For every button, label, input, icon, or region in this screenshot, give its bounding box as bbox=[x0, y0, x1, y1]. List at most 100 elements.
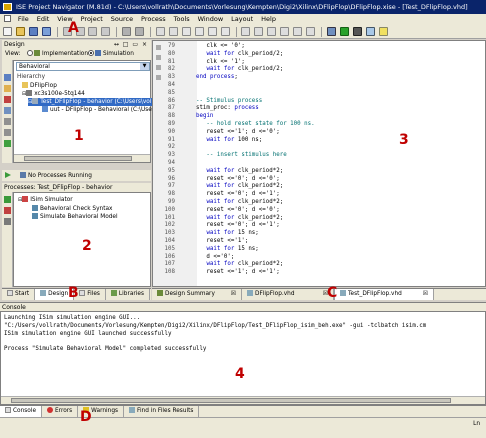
scroll-thumb[interactable] bbox=[24, 156, 132, 161]
code-editor[interactable]: 79 clk <= '0'; 80 wait for clk_period/2; 8… bbox=[152, 40, 486, 287]
delete-icon[interactable] bbox=[101, 27, 111, 36]
zoom-icon[interactable] bbox=[168, 27, 178, 36]
code-line[interactable]: 100 reset <='0'; d <='0'; bbox=[153, 207, 315, 215]
code-line[interactable]: 86 -- Stimulus process bbox=[153, 98, 315, 106]
implementation-radio[interactable]: Implementation bbox=[27, 50, 88, 58]
code-line[interactable]: 105 wait for 15 ns; bbox=[153, 246, 315, 254]
code-line[interactable]: 108 reset <='1'; d <='1'; bbox=[153, 269, 315, 277]
code-line[interactable]: 104 reset <='1'; bbox=[153, 238, 315, 246]
code-line[interactable]: 79 clk <= '0'; bbox=[153, 43, 315, 51]
tree-item-uut[interactable]: uut - DFlipFlop - Behavioral (C:\Use bbox=[42, 106, 152, 114]
tab-libraries[interactable]: Libraries bbox=[106, 289, 150, 300]
code-line[interactable]: 106 d <='0'; bbox=[153, 254, 315, 262]
tab-files[interactable]: Files bbox=[74, 289, 106, 300]
undo-icon[interactable] bbox=[122, 27, 132, 36]
run-process-icon[interactable] bbox=[5, 172, 11, 178]
tab-errors[interactable]: Errors bbox=[42, 406, 79, 417]
code-line[interactable]: 81 clk <= '1'; bbox=[153, 59, 315, 67]
open-folder-icon[interactable] bbox=[15, 27, 25, 36]
expand-icon[interactable] bbox=[4, 118, 11, 125]
panel-controls-icon[interactable]: ↔ □ ▭ × bbox=[114, 40, 148, 49]
language-templates-icon[interactable] bbox=[293, 27, 303, 36]
menu-source[interactable]: Source bbox=[108, 14, 136, 25]
code-line[interactable]: 102 reset <='0'; d <='1'; bbox=[153, 222, 315, 230]
menu-file[interactable]: File bbox=[15, 14, 32, 25]
menu-help[interactable]: Help bbox=[258, 14, 279, 25]
show-all-icon[interactable] bbox=[4, 140, 11, 147]
code-line[interactable]: 99 wait for clk_period*2; bbox=[153, 199, 315, 207]
stop-icon[interactable] bbox=[4, 207, 11, 214]
new-source-icon[interactable] bbox=[4, 74, 11, 81]
window-layout-icon[interactable] bbox=[181, 27, 191, 36]
cascade-icon[interactable] bbox=[194, 27, 204, 36]
radio-icon[interactable] bbox=[27, 50, 33, 56]
tab-design-summary[interactable]: Design Summary ☒ bbox=[152, 289, 242, 300]
save-all-icon[interactable] bbox=[41, 27, 51, 36]
tree-icon[interactable] bbox=[306, 27, 316, 36]
tab-dflipflop-vhd[interactable]: DFlipFlop.vhd ☒ bbox=[242, 289, 334, 300]
help-bulb-icon[interactable] bbox=[378, 27, 388, 36]
process-check-syntax[interactable]: Behavioral Check Syntax bbox=[32, 205, 112, 213]
code-line[interactable]: 83 end process; bbox=[153, 74, 315, 82]
tab-find-results[interactable]: Find in Files Results bbox=[124, 406, 200, 417]
menu-edit[interactable]: Edit bbox=[34, 14, 53, 25]
remove-icon[interactable] bbox=[4, 96, 11, 103]
console-pane[interactable]: Launching ISim simulation engine GUI... "… bbox=[0, 311, 486, 405]
code-line[interactable]: 101 wait for clk_period*2; bbox=[153, 215, 315, 223]
paste-icon[interactable] bbox=[88, 27, 98, 36]
save-icon[interactable] bbox=[28, 27, 38, 36]
process-simulate-model[interactable]: Simulate Behavioral Model bbox=[32, 213, 118, 221]
maximize-icon[interactable] bbox=[220, 27, 230, 36]
add-source-icon[interactable] bbox=[4, 85, 11, 92]
code-line[interactable]: 89 -- hold reset state for 100 ns. bbox=[153, 121, 315, 129]
code-line[interactable]: 87 stim_proc: process bbox=[153, 105, 315, 113]
help-search-icon[interactable] bbox=[365, 27, 375, 36]
process-isim-simulator[interactable]: ⊟ ISim Simulator bbox=[18, 196, 73, 204]
schematic-icon[interactable] bbox=[267, 27, 277, 36]
tree-item-device[interactable]: ⊟ xc3s100e-5tq144 bbox=[22, 90, 85, 98]
code-line[interactable]: 80 wait for clk_period/2; bbox=[153, 51, 315, 59]
properties-icon[interactable] bbox=[4, 107, 11, 114]
tab-start[interactable]: Start bbox=[2, 289, 36, 300]
code-line[interactable]: 84 bbox=[153, 82, 315, 90]
code-line[interactable]: 92 bbox=[153, 144, 315, 152]
code-line[interactable]: 91 wait for 100 ns; bbox=[153, 137, 315, 145]
code-line[interactable]: 93 -- insert stimulus here bbox=[153, 152, 315, 160]
tree-item-testbench[interactable]: ⊟ Test_DFlipFlop - behavior (C:\Users\vol… bbox=[28, 98, 156, 106]
tile-icon[interactable] bbox=[207, 27, 217, 36]
properties-icon[interactable] bbox=[280, 27, 290, 36]
code-line[interactable]: 103 wait for 15 ns; bbox=[153, 230, 315, 238]
find-icon[interactable] bbox=[155, 27, 165, 36]
code-line[interactable]: 97 wait for clk_period*2; bbox=[153, 183, 315, 191]
code-line[interactable]: 96 reset <='0'; d <='0'; bbox=[153, 176, 315, 184]
code-line[interactable]: 90 reset <='1'; d <='0'; bbox=[153, 129, 315, 137]
code-line[interactable]: 94 bbox=[153, 160, 315, 168]
menu-layout[interactable]: Layout bbox=[228, 14, 256, 25]
tree-item-project[interactable]: DFlipFlop bbox=[22, 82, 57, 90]
code-line[interactable]: 98 reset <='0'; d <='1'; bbox=[153, 191, 315, 199]
menu-project[interactable]: Project bbox=[78, 14, 106, 25]
menu-process[interactable]: Process bbox=[138, 14, 169, 25]
code-line[interactable]: 95 wait for clk_period*2; bbox=[153, 168, 315, 176]
simulation-radio[interactable]: Simulation bbox=[88, 50, 134, 58]
tab-console[interactable]: Console bbox=[0, 406, 43, 417]
run-icon[interactable] bbox=[339, 27, 349, 36]
code-line[interactable]: 85 bbox=[153, 90, 315, 98]
console-hscrollbar[interactable] bbox=[1, 396, 485, 404]
tools-icon[interactable] bbox=[326, 27, 336, 36]
view-dropdown[interactable]: Behavioral ▼ bbox=[16, 62, 150, 71]
menu-tools[interactable]: Tools bbox=[171, 14, 193, 25]
design-summary-icon[interactable] bbox=[241, 27, 251, 36]
collapse-icon[interactable] bbox=[4, 129, 11, 136]
constraints-icon[interactable] bbox=[254, 27, 264, 36]
redo-icon[interactable] bbox=[135, 27, 145, 36]
menu-window[interactable]: Window bbox=[195, 14, 227, 25]
rerun-icon[interactable] bbox=[4, 218, 11, 225]
close-icon[interactable]: ☒ bbox=[423, 289, 428, 300]
close-icon[interactable]: ☒ bbox=[231, 289, 236, 300]
code-line[interactable]: 107 wait for clk_period*2; bbox=[153, 261, 315, 269]
run-icon[interactable] bbox=[4, 196, 11, 203]
tab-test-dflipflop-vhd[interactable]: Test_DFlipFlop.vhd ☒ bbox=[334, 289, 434, 300]
sigma-icon[interactable] bbox=[352, 27, 362, 36]
code-line[interactable]: 88 begin bbox=[153, 113, 315, 121]
